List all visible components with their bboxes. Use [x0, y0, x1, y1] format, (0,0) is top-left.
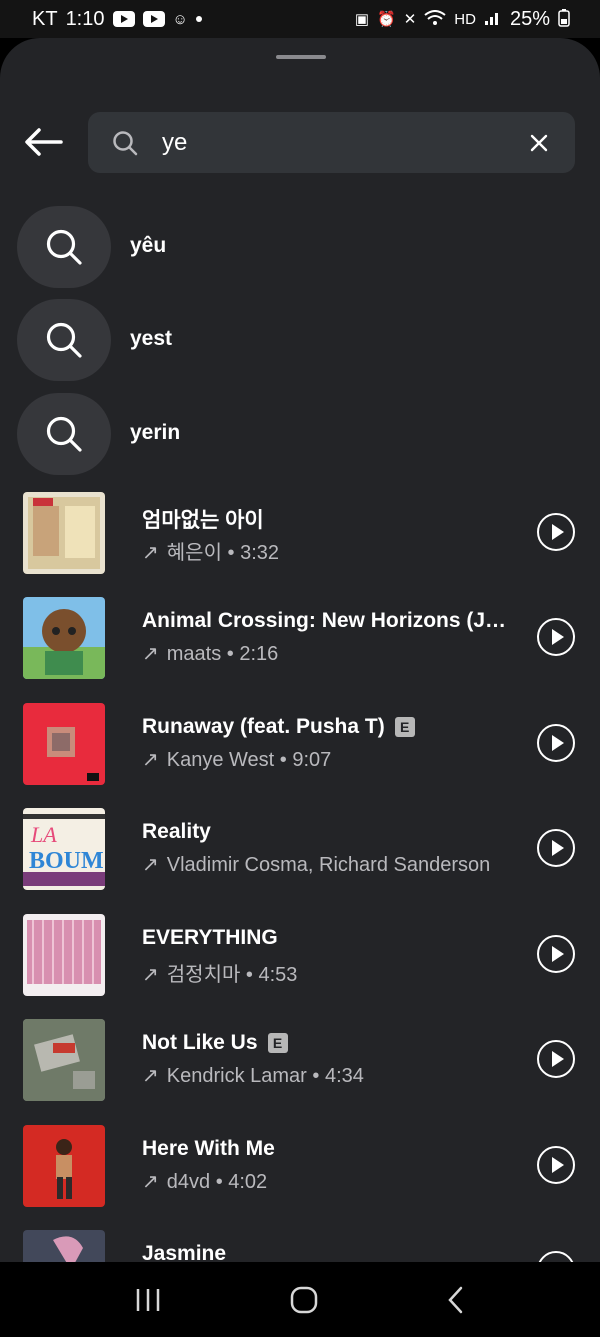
song-artist-duration: Kendrick Lamar • 4:34	[166, 1065, 364, 1087]
song-title: EVERYTHING	[142, 926, 278, 949]
song-row[interactable]: Animal Crossing: New Horizons (Jazz Loun…	[0, 597, 600, 697]
search-input[interactable]: ye	[88, 112, 575, 173]
clock-time: 1:10	[65, 7, 105, 30]
album-art	[23, 703, 105, 785]
play-circle-icon[interactable]	[537, 935, 575, 973]
search-icon	[113, 131, 138, 156]
song-artist-duration: Vladimir Cosma, Richard Sanderson	[166, 854, 491, 876]
album-art	[23, 1230, 105, 1262]
song-subtitle: ↗ Vladimir Cosma, Richard Sanderson	[142, 852, 490, 877]
suggestion-search-icon-circle	[17, 299, 111, 381]
song-row[interactable]: Runaway (feat. Pusha T) E ↗ Kanye West • 9…	[0, 703, 600, 803]
play-circle-icon[interactable]	[537, 513, 575, 551]
signal-icon	[484, 10, 502, 29]
wifi-icon	[424, 9, 446, 29]
song-subtitle: ↗ 검정치마 • 4:53	[142, 958, 297, 987]
alarm-icon: ⏰	[377, 10, 396, 28]
svg-text:BOUM: BOUM	[29, 848, 104, 874]
arrow-left-icon	[25, 128, 63, 156]
system-navigation-bar	[0, 1262, 600, 1337]
song-artist-duration: 혜은이 • 3:32	[166, 542, 280, 564]
status-bar: KT 1:10 ☺ ▣ ⏰ ✕ HD 25%	[0, 0, 600, 38]
search-icon	[46, 416, 82, 452]
trending-up-arrow-icon: ↗	[142, 643, 159, 665]
suggestion-text: yest	[130, 327, 173, 350]
search-query-text[interactable]: ye	[162, 129, 187, 157]
song-subtitle: ↗ maats • 2:16	[142, 641, 278, 666]
back-button[interactable]	[22, 124, 66, 160]
play-circle-icon[interactable]	[537, 1040, 575, 1078]
app-notification-icon: ☺	[172, 10, 188, 28]
album-art	[23, 1019, 105, 1101]
trending-up-arrow-icon: ↗	[142, 1171, 159, 1193]
song-title: Not Like Us	[142, 1031, 258, 1054]
mute-icon: ✕	[403, 10, 417, 28]
song-row[interactable]: Here With Me ↗ d4vd • 4:02	[0, 1125, 600, 1225]
play-circle-icon[interactable]	[537, 724, 575, 762]
search-suggestion[interactable]: yest	[0, 299, 600, 389]
trending-up-arrow-icon: ↗	[142, 964, 159, 986]
recent-apps-icon[interactable]	[134, 1287, 162, 1313]
song-row[interactable]: Jasmine	[0, 1230, 600, 1262]
song-title: Animal Crossing: New Horizons (Jazz Loun…	[142, 609, 514, 632]
battery-icon	[558, 8, 570, 30]
song-row[interactable]: 엄마없는 아이 ↗ 혜은이 • 3:32	[0, 492, 600, 592]
explicit-badge: E	[394, 717, 415, 737]
song-subtitle: ↗ Kendrick Lamar • 4:34	[142, 1063, 364, 1088]
battery-percentage: 25%	[509, 7, 550, 30]
explicit-badge: E	[267, 1033, 288, 1053]
hd-voice-icon: HD	[454, 10, 476, 28]
play-circle-icon[interactable]	[537, 1251, 575, 1262]
youtube-music-notification-icon	[142, 11, 165, 27]
play-circle-icon[interactable]	[537, 1146, 575, 1184]
song-row[interactable]: Not Like Us E ↗ Kendrick Lamar • 4:34	[0, 1019, 600, 1119]
album-art	[23, 1125, 105, 1207]
search-suggestion[interactable]: yerin	[0, 393, 600, 483]
trending-up-arrow-icon: ↗	[142, 749, 159, 771]
search-icon	[46, 322, 82, 358]
album-art	[23, 492, 105, 574]
song-artist-duration: maats • 2:16	[166, 643, 279, 665]
svg-text:LA: LA	[30, 822, 57, 847]
carrier-label: KT	[32, 7, 58, 30]
song-subtitle: ↗ 혜은이 • 3:32	[142, 536, 279, 565]
trending-up-arrow-icon: ↗	[142, 542, 159, 564]
suggestion-search-icon-circle	[17, 393, 111, 475]
back-chevron-icon[interactable]	[446, 1286, 466, 1314]
song-subtitle: ↗ Kanye West • 9:07	[142, 747, 331, 772]
suggestion-text: yêu	[130, 234, 167, 257]
song-title: Here With Me	[142, 1137, 275, 1160]
sheet-drag-handle[interactable]	[276, 55, 326, 59]
more-notifications-icon	[195, 16, 202, 22]
trending-up-arrow-icon: ↗	[142, 1065, 159, 1087]
search-icon	[46, 229, 82, 265]
nfc-icon: ▣	[354, 10, 370, 28]
song-artist-duration: d4vd • 4:02	[166, 1171, 268, 1193]
youtube-notification-icon	[112, 11, 135, 27]
search-sheet: ye yêu yest yerin 엄마없는 아이 ↗ 혜은이 • 3:32 A…	[0, 38, 600, 1262]
suggestion-text: yerin	[130, 421, 181, 444]
song-title: 엄마없는 아이	[142, 509, 264, 532]
song-artist-duration: Kanye West • 9:07	[166, 749, 332, 771]
song-artist-duration: 검정치마 • 4:53	[166, 964, 298, 986]
album-art	[23, 597, 105, 679]
search-suggestion[interactable]: yêu	[0, 206, 600, 296]
play-circle-icon[interactable]	[537, 618, 575, 656]
suggestion-search-icon-circle	[17, 206, 111, 288]
album-art: LA BOUM	[23, 808, 105, 890]
song-title: Jasmine	[142, 1242, 227, 1262]
song-row[interactable]: LA BOUM Reality ↗ Vladimir Cosma, Richard …	[0, 808, 600, 908]
song-row[interactable]: EVERYTHING ↗ 검정치마 • 4:53	[0, 914, 600, 1014]
trending-up-arrow-icon: ↗	[142, 854, 159, 876]
play-circle-icon[interactable]	[537, 829, 575, 867]
close-icon[interactable]	[530, 134, 548, 152]
song-subtitle: ↗ d4vd • 4:02	[142, 1169, 267, 1194]
home-icon[interactable]	[290, 1286, 318, 1314]
album-art	[23, 914, 105, 996]
song-title: Runaway (feat. Pusha T)	[142, 715, 385, 738]
song-title: Reality	[142, 820, 211, 843]
